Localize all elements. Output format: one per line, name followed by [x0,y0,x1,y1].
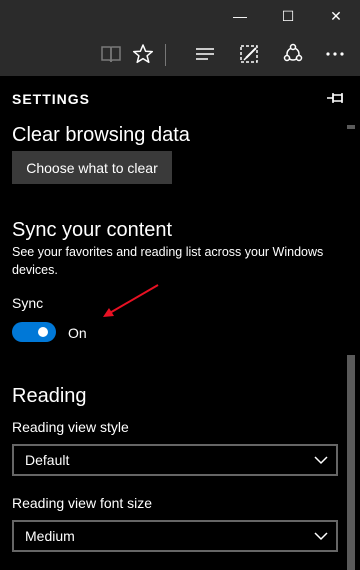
reading-font-size-value: Medium [25,528,75,544]
reading-font-size-select[interactable]: Medium [12,520,338,552]
reading-view-style-label: Reading view style [12,419,129,435]
reading-view-style-value: Default [25,452,70,468]
choose-what-to-clear-button[interactable]: Choose what to clear [12,151,172,184]
close-button[interactable]: ✕ [312,0,360,32]
more-icon[interactable] [315,32,355,76]
favorite-star-icon[interactable] [123,32,163,76]
sync-toggle[interactable] [12,322,56,342]
maximize-button[interactable]: ☐ [264,0,312,32]
toolbar-separator [165,44,166,66]
sync-label: Sync [12,295,44,311]
hub-icon[interactable] [185,32,225,76]
chevron-down-icon [314,532,328,541]
reading-heading: Reading [12,385,87,407]
sync-heading: Sync your content [12,219,173,241]
title-bar: — ☐ ✕ [0,0,360,32]
web-note-icon[interactable] [229,32,269,76]
reading-font-size-label: Reading view font size [12,495,153,511]
minimize-button[interactable]: — [216,0,264,32]
maximize-icon: ☐ [281,7,295,24]
scrollbar-thumb[interactable] [347,355,355,570]
annotation-arrow-icon [103,284,159,317]
share-icon[interactable] [273,32,313,76]
sync-toggle-state: On [68,325,87,341]
browser-toolbar [0,32,360,76]
reading-view-style-select[interactable]: Default [12,444,338,476]
close-icon: ✕ [330,7,342,24]
scrollbar-top-marker [347,125,355,129]
chevron-down-icon [314,456,328,465]
settings-title: SETTINGS [12,91,91,107]
toggle-knob [38,327,48,337]
sync-description: See your favorites and reading list acro… [12,245,324,277]
pin-icon[interactable] [325,88,347,108]
clear-browsing-heading: Clear browsing data [12,124,190,146]
minimize-icon: — [233,8,247,24]
